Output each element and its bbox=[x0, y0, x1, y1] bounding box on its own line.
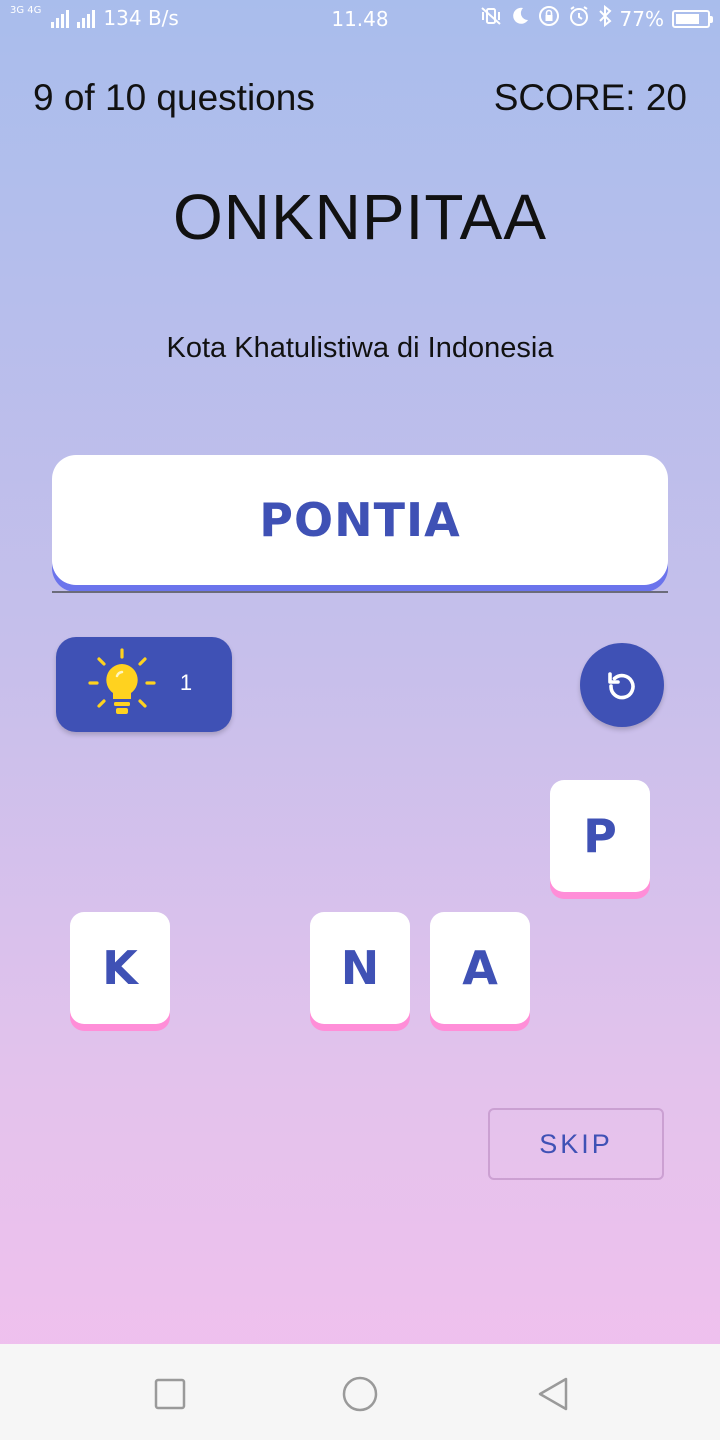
question-progress: 9 of 10 questions bbox=[33, 77, 315, 118]
skip-button[interactable]: SKIP bbox=[488, 1108, 664, 1180]
home-icon[interactable] bbox=[340, 1374, 380, 1414]
tile-letter: N bbox=[340, 941, 380, 995]
back-icon[interactable] bbox=[534, 1374, 574, 1414]
navigation-bar bbox=[0, 1344, 720, 1440]
letter-tile[interactable]: K bbox=[70, 912, 170, 1024]
header-row: 9 of 10 questions SCORE: 20 bbox=[33, 76, 687, 120]
alarm-icon bbox=[568, 5, 590, 32]
recent-apps-icon[interactable] bbox=[150, 1374, 190, 1414]
battery-icon bbox=[672, 9, 713, 28]
battery-percent: 77% bbox=[619, 6, 664, 31]
hint-count: 1 bbox=[179, 670, 193, 695]
battery-level bbox=[676, 13, 700, 24]
reset-button[interactable] bbox=[580, 643, 664, 727]
lock-rotation-icon bbox=[538, 5, 560, 32]
status-right: 77% bbox=[480, 4, 713, 32]
letter-tile[interactable]: A bbox=[430, 912, 530, 1024]
tile-letter: K bbox=[102, 941, 138, 995]
score-label: SCORE: 20 bbox=[493, 77, 687, 118]
tile-letter: A bbox=[462, 941, 498, 995]
vibrate-icon bbox=[480, 7, 502, 30]
reset-icon bbox=[608, 672, 635, 700]
answer-text: PONTIA bbox=[259, 493, 461, 547]
letter-tile[interactable]: N bbox=[310, 912, 410, 1024]
clue-text: Kota Khatulistiwa di Indonesia bbox=[166, 332, 554, 364]
scrambled-word: ONKNPITAA bbox=[172, 181, 548, 253]
status-bar: 3G 4G 134 B/s 11.48 77% bbox=[0, 0, 720, 38]
letter-tile[interactable]: P bbox=[550, 780, 650, 892]
lightbulb-icon bbox=[88, 648, 156, 714]
answer-underline bbox=[52, 591, 668, 593]
bluetooth-icon bbox=[598, 4, 612, 32]
moon-icon bbox=[510, 6, 530, 31]
answer-field[interactable]: PONTIA bbox=[52, 455, 668, 585]
tile-letter: P bbox=[583, 809, 617, 863]
